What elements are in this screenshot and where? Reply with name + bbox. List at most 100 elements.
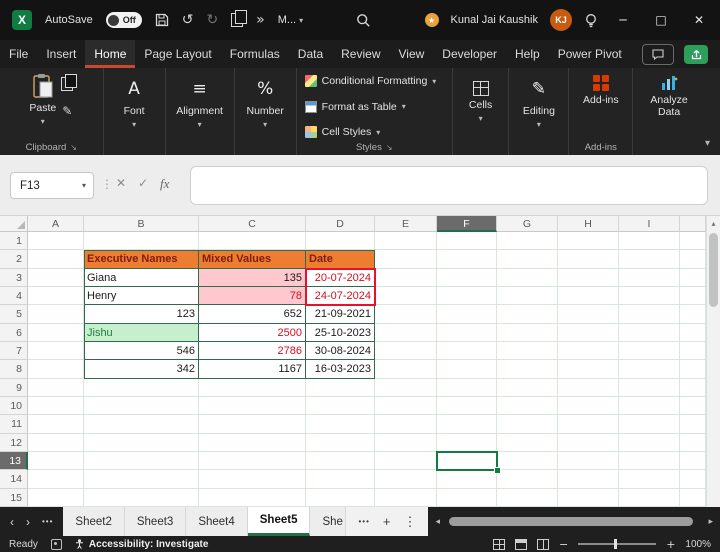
analyze-data-button[interactable]: Analyze Data <box>640 73 698 118</box>
row-header-14[interactable]: 14 <box>0 470 28 489</box>
row-header-10[interactable]: 10 <box>0 396 28 416</box>
tab-developer[interactable]: Developer <box>433 40 506 68</box>
cell-H3[interactable] <box>558 268 619 287</box>
tab-help[interactable]: Help <box>506 40 549 68</box>
cell-C3[interactable]: 135 <box>199 268 306 287</box>
cell-D3[interactable]: 20-07-2024 <box>306 268 375 287</box>
row-header-15[interactable]: 15 <box>0 488 28 507</box>
cell-G7[interactable] <box>497 341 558 361</box>
scroll-right-icon[interactable]: ▸ <box>708 517 713 527</box>
cell-B15[interactable] <box>84 488 199 507</box>
cell-G9[interactable] <box>497 378 558 397</box>
cell-A2[interactable] <box>28 250 84 269</box>
share-button[interactable] <box>684 44 708 64</box>
cell-C15[interactable] <box>199 488 306 507</box>
zoom-in-icon[interactable]: + <box>666 538 675 551</box>
cell-I9[interactable] <box>619 378 680 397</box>
cell-H1[interactable] <box>558 232 619 251</box>
cell-E10[interactable] <box>375 396 437 416</box>
cell-A4[interactable] <box>28 286 84 306</box>
sheet-tab-sheet5[interactable]: Sheet5 <box>247 507 311 536</box>
cell-F5[interactable] <box>437 305 497 324</box>
cell-H2[interactable] <box>558 250 619 269</box>
cell-I8[interactable] <box>619 360 680 379</box>
tab-power-pivot[interactable]: Power Pivot <box>549 40 631 68</box>
cell-E1[interactable] <box>375 232 437 251</box>
cell-B13[interactable] <box>84 451 199 471</box>
column-header-D[interactable]: D <box>306 216 375 232</box>
cell-H11[interactable] <box>558 415 619 434</box>
cell-D8[interactable]: 16-03-2023 <box>306 360 375 379</box>
cell-I5[interactable] <box>619 305 680 324</box>
cell-styles-button[interactable]: Cell Styles ▾ <box>304 126 380 138</box>
scroll-left-icon[interactable]: ◂ <box>435 517 440 527</box>
addins-button[interactable]: Add-ins <box>583 73 619 106</box>
copy-icon[interactable] <box>61 74 78 96</box>
alignment-group-button[interactable]: ≡ Alignment ▾ <box>166 68 235 155</box>
cell-J8[interactable] <box>680 360 706 379</box>
cell-E6[interactable] <box>375 323 437 342</box>
cell-B1[interactable] <box>84 232 199 251</box>
number-group-button[interactable]: % Number ▾ <box>235 68 297 155</box>
tab-formulas[interactable]: Formulas <box>221 40 289 68</box>
tab-file[interactable]: File <box>0 40 37 68</box>
accessibility-status[interactable]: Accessibility: Investigate <box>75 539 208 550</box>
column-header-C[interactable]: C <box>199 216 306 232</box>
cell-H5[interactable] <box>558 305 619 324</box>
cell-B9[interactable] <box>84 378 199 397</box>
cell-J9[interactable] <box>680 378 706 397</box>
select-all-corner[interactable] <box>0 216 28 232</box>
cell-J14[interactable] <box>680 470 706 489</box>
sheet-list-icon[interactable]: ••• <box>42 517 53 526</box>
minimize-button[interactable]: ─ <box>610 5 636 35</box>
cell-D4[interactable]: 24-07-2024 <box>306 286 375 306</box>
previous-sheet-icon[interactable]: ‹ <box>10 515 14 529</box>
cell-I4[interactable] <box>619 286 680 306</box>
row-header-9[interactable]: 9 <box>0 378 28 397</box>
column-header-F[interactable]: F <box>437 216 497 232</box>
tab-page-layout[interactable]: Page Layout <box>135 40 220 68</box>
row-header-1[interactable]: 1 <box>0 232 28 251</box>
cell-D1[interactable] <box>306 232 375 251</box>
formula-input[interactable] <box>190 166 708 205</box>
cell-I15[interactable] <box>619 488 680 507</box>
cell-C2[interactable]: Mixed Values <box>199 250 306 269</box>
cell-G6[interactable] <box>497 323 558 342</box>
cell-F14[interactable] <box>437 470 497 489</box>
cell-I3[interactable] <box>619 268 680 287</box>
cell-G1[interactable] <box>497 232 558 251</box>
cell-D15[interactable] <box>306 488 375 507</box>
cell-D12[interactable] <box>306 433 375 452</box>
cell-F7[interactable] <box>437 341 497 361</box>
cell-G12[interactable] <box>497 433 558 452</box>
font-group-button[interactable]: A Font ▾ <box>104 68 166 155</box>
cell-B8[interactable]: 342 <box>84 360 199 379</box>
cell-J5[interactable] <box>680 305 706 324</box>
cell-H8[interactable] <box>558 360 619 379</box>
row-header-3[interactable]: 3 <box>0 268 28 287</box>
lightbulb-icon[interactable] <box>584 13 598 28</box>
cell-F8[interactable] <box>437 360 497 379</box>
cell-F15[interactable] <box>437 488 497 507</box>
page-layout-view-icon[interactable] <box>514 538 527 550</box>
row-header-6[interactable]: 6 <box>0 323 28 342</box>
cell-E13[interactable] <box>375 451 437 471</box>
cell-H7[interactable] <box>558 341 619 361</box>
row-header-8[interactable]: 8 <box>0 360 28 379</box>
macro-record-icon[interactable] <box>50 538 62 550</box>
cell-B14[interactable] <box>84 470 199 489</box>
cell-I2[interactable] <box>619 250 680 269</box>
cell-E4[interactable] <box>375 286 437 306</box>
cell-A1[interactable] <box>28 232 84 251</box>
cell-A10[interactable] <box>28 396 84 416</box>
avatar[interactable]: KJ <box>550 9 572 31</box>
row-header-2[interactable]: 2 <box>0 250 28 269</box>
cell-C10[interactable] <box>199 396 306 416</box>
cell-H15[interactable] <box>558 488 619 507</box>
maximize-button[interactable]: □ <box>648 5 674 35</box>
cell-F10[interactable] <box>437 396 497 416</box>
cell-C6[interactable]: 2500 <box>199 323 306 342</box>
tab-data[interactable]: Data <box>289 40 332 68</box>
cell-G14[interactable] <box>497 470 558 489</box>
cell-G10[interactable] <box>497 396 558 416</box>
